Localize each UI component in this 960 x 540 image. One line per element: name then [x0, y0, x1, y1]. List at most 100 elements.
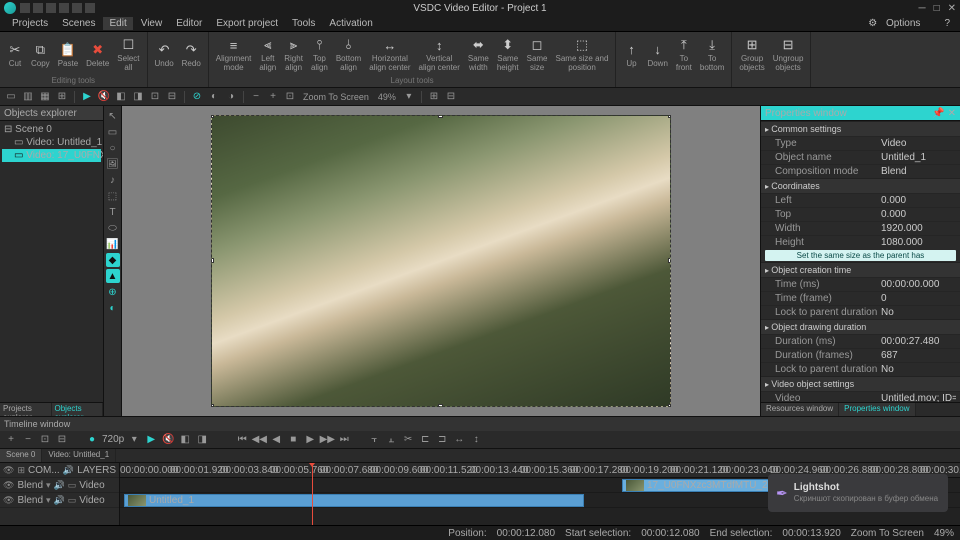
ribbon-button[interactable]: ⬍Sameheight	[494, 34, 522, 75]
rect-icon[interactable]: ▭	[106, 125, 120, 139]
cursor-icon[interactable]: ↖	[106, 109, 120, 123]
tl-begin-icon[interactable]: ⏮	[235, 433, 249, 447]
shape-icon[interactable]: ◆	[106, 253, 120, 267]
prop-row[interactable]: Width1920.000	[761, 221, 960, 235]
track-row[interactable]: 👁Blend▾🔊▭Video	[0, 493, 119, 508]
tl-mute-icon[interactable]: 🔇	[161, 433, 175, 447]
image-icon[interactable]: 🖼	[106, 157, 120, 171]
prop-row[interactable]: Top0.000	[761, 207, 960, 221]
ribbon-button[interactable]: ⤒Tofront	[673, 34, 695, 75]
ribbon-button[interactable]: ⊟Ungroupobjects	[770, 34, 807, 75]
zoom-in-icon[interactable]: +	[266, 90, 280, 104]
ribbon-button[interactable]: ⊞Groupobjects	[736, 34, 767, 75]
playhead[interactable]	[312, 463, 313, 525]
ribbon-button[interactable]: ≡Alignmentmode	[213, 34, 255, 75]
mute-icon[interactable]: 🔇	[97, 90, 111, 104]
tl-tool-icon[interactable]: −	[21, 433, 35, 447]
prop-row[interactable]: Height1080.000	[761, 235, 960, 249]
prop-row[interactable]: Time (ms)00:00:00.000	[761, 277, 960, 291]
tl-tool-icon[interactable]: ↕	[469, 433, 483, 447]
track-row[interactable]: 👁Blend▾🔊▭Video	[0, 478, 119, 493]
cancel-icon[interactable]: ⊘	[190, 90, 204, 104]
prop-row[interactable]: Time (frame)0	[761, 291, 960, 305]
ribbon-button[interactable]: ⬚Same size andposition	[553, 34, 612, 75]
tool-icon[interactable]: ◨	[131, 90, 145, 104]
tl-tool-icon[interactable]: +	[4, 433, 18, 447]
circle-icon[interactable]: ○	[106, 141, 120, 155]
chart-icon[interactable]: 📊	[106, 237, 120, 251]
tool-icon[interactable]: ◑	[224, 90, 238, 104]
video-node[interactable]: ▭ Video: Untitled_1	[2, 136, 101, 149]
scene-node[interactable]: ⊟ Scene 0	[2, 123, 101, 136]
prop-row[interactable]: VideoUntitled.mov; ID=1	[761, 391, 960, 402]
ribbon-button[interactable]: ↷Redo	[179, 34, 204, 75]
ribbon-button[interactable]: ↓Down	[644, 34, 670, 75]
ribbon-button[interactable]: ↔Horizontalalign center	[366, 34, 413, 75]
ribbon-button[interactable]: ⤓Tobottom	[697, 34, 727, 75]
prop-section[interactable]: Object drawing duration	[761, 319, 960, 334]
prop-section[interactable]: Video object settings	[761, 376, 960, 391]
prop-row[interactable]: Composition modeBlend	[761, 164, 960, 178]
tl-tool-icon[interactable]: ⫟	[367, 433, 381, 447]
ribbon-button[interactable]: ✖Delete	[83, 34, 112, 75]
tl-stop-icon[interactable]: ■	[286, 433, 300, 447]
tool-icon[interactable]: ▭	[4, 90, 18, 104]
tl-tool-icon[interactable]: ◧	[178, 433, 192, 447]
ribbon-button[interactable]: ⫸Rightalign	[281, 34, 306, 75]
ribbon-button[interactable]: ⫷Leftalign	[256, 34, 279, 75]
prop-row[interactable]: Duration (frames)687	[761, 348, 960, 362]
window-controls[interactable]: ─□✕	[918, 3, 956, 14]
tl-tab-scene[interactable]: Scene 0	[0, 449, 42, 462]
menu-view[interactable]: View	[135, 17, 169, 30]
tool-icon[interactable]: ⊟	[444, 90, 458, 104]
prop-row[interactable]: Object nameUntitled_1	[761, 150, 960, 164]
zoom-fit-icon[interactable]: ⊡	[283, 90, 297, 104]
ribbon-button[interactable]: ✂Cut	[4, 34, 26, 75]
tl-tool-icon[interactable]: ⊡	[38, 433, 52, 447]
tl-tool-icon[interactable]: ↔	[452, 433, 466, 447]
mask-icon[interactable]: ◐	[106, 301, 120, 315]
preview-canvas[interactable]	[122, 106, 760, 416]
prop-row[interactable]: Left0.000	[761, 193, 960, 207]
ribbon-button[interactable]: ↕Verticalalign center	[416, 34, 463, 75]
menu-editor[interactable]: Editor	[170, 17, 208, 30]
tl-split-icon[interactable]: ✂	[401, 433, 415, 447]
menu-export[interactable]: Export project	[210, 17, 284, 30]
tl-tool-icon[interactable]: ⊐	[435, 433, 449, 447]
prop-section[interactable]: Common settings	[761, 121, 960, 136]
ribbon-button[interactable]: ⧉Copy	[28, 34, 53, 75]
tool-icon[interactable]: ⊟	[165, 90, 179, 104]
ribbon-button[interactable]: ⫯Topalign	[308, 34, 331, 75]
tl-play-icon[interactable]: ▶	[144, 433, 158, 447]
video-frame[interactable]	[211, 115, 671, 407]
prop-section[interactable]: Coordinates	[761, 178, 960, 193]
tl-stepfw-icon[interactable]: ▶	[303, 433, 317, 447]
tl-record-icon[interactable]: ●	[85, 433, 99, 447]
audio-icon[interactable]: ♪	[106, 173, 120, 187]
tl-end-icon[interactable]: ⏭	[337, 433, 351, 447]
options-button[interactable]: ⚙ Options	[862, 17, 932, 30]
ribbon-button[interactable]: ⫰Bottomalign	[333, 34, 364, 75]
tool-icon[interactable]: ⊡	[148, 90, 162, 104]
tl-tool-icon[interactable]: ⊟	[55, 433, 69, 447]
dropdown-icon[interactable]: ▾	[402, 90, 416, 104]
shape2-icon[interactable]: ▲	[106, 269, 120, 283]
ribbon-button[interactable]: ☐Selectall	[114, 34, 142, 75]
ribbon-button[interactable]: ⬌Samewidth	[465, 34, 492, 75]
tool-icon[interactable]: ▦	[38, 90, 52, 104]
tool-icon[interactable]: ▥	[21, 90, 35, 104]
help-icon[interactable]: ?	[938, 17, 956, 30]
video-node-selected[interactable]: ▭ Video: 17_U0FNXzc3MTdf	[2, 149, 101, 162]
menu-activation[interactable]: Activation	[323, 17, 378, 30]
counter-icon[interactable]: ⊕	[106, 285, 120, 299]
tl-resolution[interactable]: 720p	[102, 434, 124, 445]
tool-icon[interactable]: ◧	[114, 90, 128, 104]
zoom-label[interactable]: Zoom To Screen	[300, 92, 372, 102]
ribbon-button[interactable]: ↶Undo	[152, 34, 177, 75]
tool-icon[interactable]: ◐	[207, 90, 221, 104]
tl-prev-icon[interactable]: ◀◀	[252, 433, 266, 447]
tool-icon[interactable]: ⊞	[427, 90, 441, 104]
ribbon-button[interactable]: ↑Up	[620, 34, 642, 75]
ribbon-button[interactable]: ◻Samesize	[524, 34, 551, 75]
tooltip-icon[interactable]: ⬭	[106, 221, 120, 235]
